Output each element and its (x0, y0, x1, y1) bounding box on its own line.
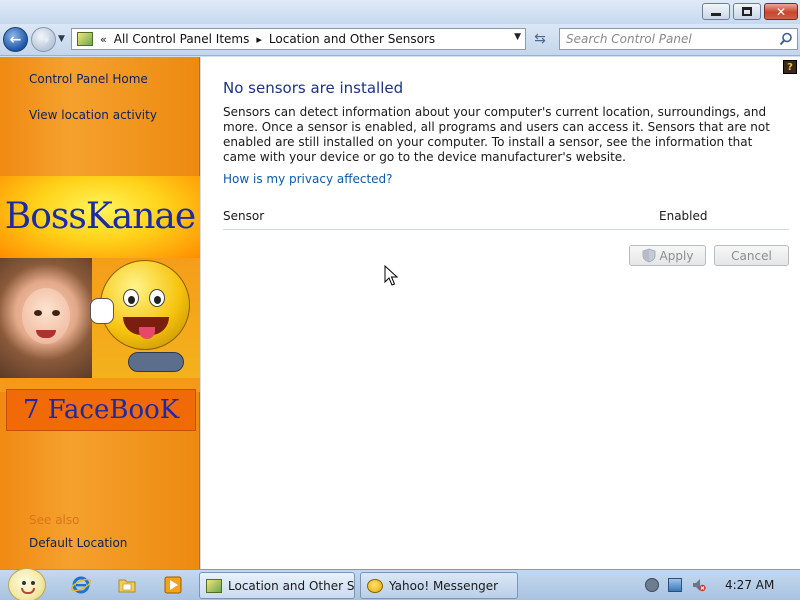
taskbar-item-yahoo-messenger[interactable]: Yahoo! Messenger (360, 572, 518, 599)
address-dropdown-icon[interactable]: ▼ (514, 32, 521, 42)
privacy-link[interactable]: How is my privacy affected? (223, 172, 393, 186)
column-header-sensor[interactable]: Sensor (223, 209, 264, 223)
breadcrumb-location-and-other-sensors[interactable]: Location and Other Sensors (269, 32, 435, 46)
forward-button[interactable]: → (31, 27, 56, 52)
restore-icon (742, 7, 752, 16)
smiley-eye-left (123, 289, 139, 307)
yahoo-messenger-icon (367, 578, 383, 593)
page-title: No sensors are installed (223, 79, 404, 97)
close-button[interactable]: ✕ (764, 3, 798, 20)
address-bar[interactable]: « All Control Panel Items ▸ Location and… (71, 28, 526, 50)
start-button[interactable] (8, 568, 46, 600)
breadcrumb-separator-icon[interactable]: ▸ (256, 33, 262, 46)
taskbar-item-label: Yahoo! Messenger (389, 578, 499, 593)
title-bar: ✕ (0, 0, 800, 24)
refresh-button[interactable]: ⇆ (527, 28, 553, 50)
help-icon[interactable]: ? (783, 60, 797, 74)
apply-button[interactable]: Apply (629, 245, 706, 266)
child-eye-left (34, 310, 42, 316)
navigation-bar: ← → ▼ « All Control Panel Items ▸ Locati… (0, 24, 800, 56)
media-player-icon[interactable] (163, 575, 183, 595)
breadcrumb-overflow-icon[interactable]: « (100, 33, 107, 46)
left-navigation-pane: Control Panel Home View location activit… (0, 57, 200, 569)
close-icon: ✕ (775, 4, 787, 19)
default-location-link[interactable]: Default Location (29, 536, 127, 550)
control-panel-home-link[interactable]: Control Panel Home (29, 72, 148, 86)
system-clock[interactable]: 4:27 AM (725, 578, 774, 592)
refresh-icon: ⇆ (534, 31, 546, 47)
network-icon[interactable] (668, 578, 682, 592)
taskbar: Location and Other S... Yahoo! Messenger… (0, 568, 800, 600)
header-divider (223, 229, 789, 230)
control-panel-icon (77, 32, 93, 46)
windows-explorer-icon[interactable] (117, 575, 137, 595)
volume-muted-icon[interactable] (692, 578, 706, 592)
taskbar-item-label: Location and Other S... (228, 578, 355, 593)
search-icon[interactable] (779, 32, 793, 46)
uac-shield-icon (642, 248, 655, 263)
smiley-foot (128, 352, 184, 372)
breadcrumb-all-control-panel-items[interactable]: All Control Panel Items (114, 32, 250, 46)
smiley-tongue (139, 327, 155, 339)
internet-explorer-icon[interactable] (71, 575, 91, 595)
search-input[interactable] (560, 29, 770, 49)
apply-label: Apply (659, 248, 694, 263)
start-smiley-eye-left (22, 581, 26, 585)
smiley-hand (90, 298, 114, 324)
back-arrow-icon: ← (9, 31, 22, 48)
view-location-activity-link[interactable]: View location activity (29, 108, 157, 122)
restore-button[interactable] (733, 3, 761, 20)
minimize-button[interactable] (702, 3, 730, 20)
banner-subtitle: 7 FaceBooK (22, 395, 180, 425)
forward-arrow-icon: → (37, 31, 50, 48)
start-smiley-eye-right (31, 581, 35, 585)
sensors-description: Sensors can detect information about you… (223, 105, 770, 164)
taskbar-item-location-sensors[interactable]: Location and Other S... (199, 572, 355, 599)
smiley-eye-right (149, 289, 165, 307)
recent-pages-dropdown[interactable]: ▼ (58, 34, 68, 44)
cancel-button[interactable]: Cancel (714, 245, 789, 266)
cancel-label: Cancel (731, 248, 772, 263)
decorative-banner-image: BossKanae 7 FaceBooK (0, 176, 200, 433)
mouse-cursor-icon (384, 265, 398, 286)
minimize-icon (711, 13, 721, 16)
back-button[interactable]: ← (3, 27, 28, 52)
child-eye-right (52, 310, 60, 316)
start-smiley-mouth (21, 588, 35, 594)
see-also-label: See also (29, 513, 80, 527)
search-box[interactable] (559, 28, 798, 50)
child-photo (0, 258, 92, 378)
control-panel-icon (206, 578, 222, 593)
tray-status-icon[interactable] (645, 578, 659, 592)
banner-title: BossKanae (4, 196, 196, 237)
column-header-enabled[interactable]: Enabled (659, 209, 708, 223)
banner-subtitle-box: 7 FaceBooK (6, 389, 196, 431)
